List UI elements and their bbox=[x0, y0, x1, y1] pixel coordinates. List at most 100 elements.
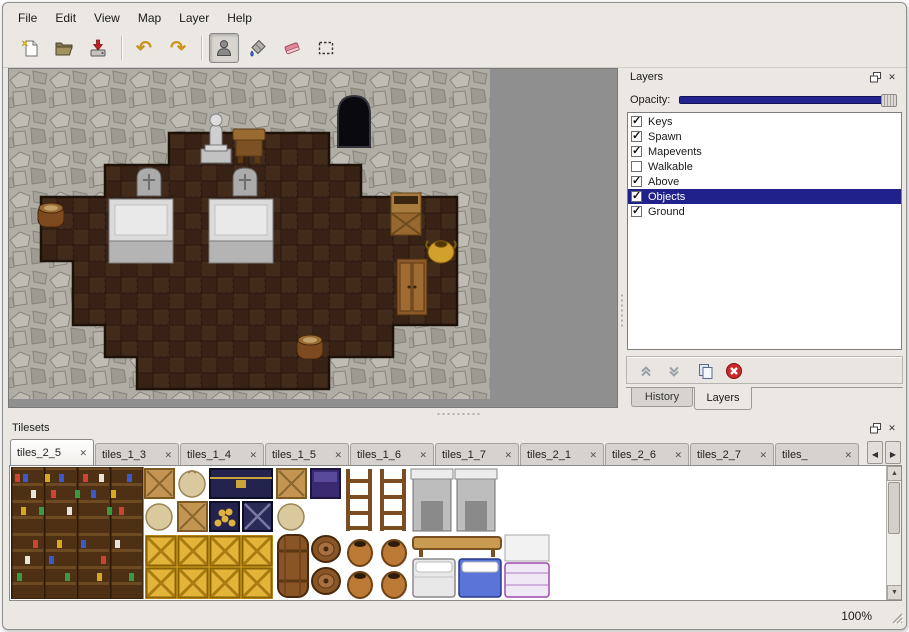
tileset-tab[interactable]: tiles_ bbox=[775, 443, 859, 465]
float-panel-button[interactable] bbox=[868, 422, 882, 435]
close-icon[interactable] bbox=[674, 449, 682, 461]
layer-row-ground[interactable]: Ground bbox=[628, 204, 901, 219]
stamp-tool-button[interactable] bbox=[209, 33, 239, 63]
tileset-tab[interactable]: tiles_2_6 bbox=[605, 443, 689, 465]
app-window: File Edit View Map Layer Help bbox=[2, 2, 907, 630]
tileset-tab[interactable]: tiles_2_1 bbox=[520, 443, 604, 465]
save-file-button[interactable] bbox=[83, 33, 113, 63]
close-icon[interactable] bbox=[844, 449, 852, 461]
close-icon[interactable] bbox=[334, 449, 342, 461]
tileset-tab[interactable]: tiles_2_5 bbox=[10, 439, 94, 465]
close-icon[interactable] bbox=[759, 449, 767, 461]
layer-visibility-checkbox[interactable] bbox=[631, 146, 642, 157]
close-icon[interactable] bbox=[249, 449, 257, 461]
layer-row-spawn[interactable]: Spawn bbox=[628, 129, 901, 144]
map-viewport[interactable] bbox=[8, 68, 618, 408]
layer-visibility-checkbox[interactable] bbox=[631, 206, 642, 217]
menu-map[interactable]: Map bbox=[129, 7, 170, 29]
scroll-down-button[interactable] bbox=[887, 585, 902, 600]
zoom-level: 100% bbox=[841, 609, 872, 623]
tileset-tab[interactable]: tiles_1_7 bbox=[435, 443, 519, 465]
tab-layers[interactable]: Layers bbox=[694, 387, 752, 410]
layers-panel-title: Layers bbox=[630, 71, 663, 83]
status-bar: 100% bbox=[3, 601, 907, 629]
menu-view[interactable]: View bbox=[85, 7, 129, 29]
layer-visibility-checkbox[interactable] bbox=[631, 176, 642, 187]
scroll-up-button[interactable] bbox=[887, 466, 902, 481]
resize-grip-icon[interactable] bbox=[891, 612, 904, 625]
close-icon[interactable] bbox=[79, 447, 87, 459]
tileset-tab[interactable]: tiles_1_4 bbox=[180, 443, 264, 465]
tileset-tab[interactable]: tiles_1_6 bbox=[350, 443, 434, 465]
tileset-tab-label: tiles_2_6 bbox=[612, 449, 670, 461]
layer-row-above[interactable]: Above bbox=[628, 174, 901, 189]
tab-scroll-left-button[interactable] bbox=[867, 441, 883, 464]
tileset-tab[interactable]: tiles_1_3 bbox=[95, 443, 179, 465]
menu-help[interactable]: Help bbox=[218, 7, 261, 29]
layer-row-keys[interactable]: Keys bbox=[628, 114, 901, 129]
close-panel-button close-icon[interactable] bbox=[885, 422, 899, 435]
opacity-slider-handle[interactable] bbox=[881, 94, 897, 107]
layer-name: Walkable bbox=[648, 161, 693, 173]
fill-tool-button[interactable] bbox=[243, 33, 273, 63]
float-icon bbox=[870, 423, 881, 434]
tileset-tab-label: tiles_1_3 bbox=[102, 449, 160, 461]
close-icon[interactable] bbox=[419, 449, 427, 461]
tileset-tab[interactable]: tiles_2_7 bbox=[690, 443, 774, 465]
layer-name: Above bbox=[648, 176, 679, 188]
menu-layer[interactable]: Layer bbox=[170, 7, 218, 29]
layer-list[interactable]: Keys Spawn Mapevents Walkable Above Obje… bbox=[627, 112, 902, 350]
opacity-slider[interactable] bbox=[679, 96, 897, 104]
redo-button[interactable] bbox=[163, 33, 193, 63]
tileset-tab[interactable]: tiles_1_5 bbox=[265, 443, 349, 465]
layer-row-walkable[interactable]: Walkable bbox=[628, 159, 901, 174]
open-file-button[interactable] bbox=[49, 33, 79, 63]
duplicate-layer-button[interactable] bbox=[695, 361, 717, 381]
tileset-tab-label: tiles_1_5 bbox=[272, 449, 330, 461]
tileset-content[interactable] bbox=[9, 465, 902, 601]
layer-row-mapevents[interactable]: Mapevents bbox=[628, 144, 901, 159]
delete-layer-button[interactable] bbox=[723, 361, 745, 381]
layer-visibility-checkbox[interactable] bbox=[631, 161, 642, 172]
horizontal-splitter[interactable] bbox=[8, 410, 903, 419]
close-icon[interactable] bbox=[504, 449, 512, 461]
layer-actions-toolbar bbox=[626, 356, 903, 384]
select-tool-button[interactable] bbox=[311, 33, 341, 63]
toolbar-separator bbox=[201, 36, 203, 60]
layers-panel: Layers Opacity: Keys bbox=[626, 68, 903, 410]
new-file-icon bbox=[20, 38, 40, 58]
eraser-tool-button[interactable] bbox=[277, 33, 307, 63]
new-file-button[interactable] bbox=[15, 33, 45, 63]
raise-layer-button[interactable] bbox=[635, 361, 657, 381]
left-arrow-icon bbox=[872, 444, 878, 462]
save-icon bbox=[88, 38, 108, 58]
layer-visibility-checkbox[interactable] bbox=[631, 116, 642, 127]
map-canvas[interactable] bbox=[9, 69, 490, 399]
paint-bucket-icon bbox=[248, 38, 268, 58]
menu-file[interactable]: File bbox=[9, 7, 46, 29]
tab-label: Layers bbox=[706, 392, 739, 404]
tileset-image[interactable] bbox=[11, 467, 551, 599]
tab-history[interactable]: History bbox=[631, 388, 693, 407]
close-panel-button close-icon[interactable] bbox=[885, 71, 899, 84]
layer-name: Objects bbox=[648, 191, 685, 203]
close-icon[interactable] bbox=[589, 449, 597, 461]
layer-visibility-checkbox[interactable] bbox=[631, 191, 642, 202]
vertical-splitter[interactable] bbox=[618, 68, 626, 408]
tab-scroll-right-button[interactable] bbox=[885, 441, 901, 464]
toolbar bbox=[3, 31, 906, 67]
undo-button[interactable] bbox=[129, 33, 159, 63]
scrollbar-thumb[interactable] bbox=[888, 482, 900, 534]
close-icon[interactable] bbox=[164, 449, 172, 461]
menu-edit[interactable]: Edit bbox=[46, 7, 85, 29]
tileset-scrollbar[interactable] bbox=[886, 466, 901, 600]
layer-visibility-checkbox[interactable] bbox=[631, 131, 642, 142]
tileset-tab-label: tiles_1_4 bbox=[187, 449, 245, 461]
right-arrow-icon bbox=[890, 444, 896, 462]
open-folder-icon bbox=[54, 38, 74, 58]
layer-row-objects[interactable]: Objects bbox=[628, 189, 901, 204]
delete-icon bbox=[725, 362, 743, 380]
tileset-tabbar: tiles_2_5 tiles_1_3 tiles_1_4 tiles_1_5 … bbox=[10, 439, 866, 465]
float-panel-button[interactable] bbox=[868, 71, 882, 84]
lower-layer-button[interactable] bbox=[663, 361, 685, 381]
